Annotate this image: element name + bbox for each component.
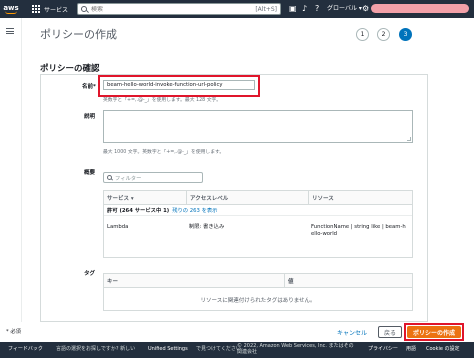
services-menu[interactable]: サービス <box>44 5 68 14</box>
description-hint: 最大 1000 文字。英数字と「+=,.@-_」を使用します。 <box>103 150 225 155</box>
bell-icon[interactable]: ♪ <box>302 4 307 14</box>
step-3-active: 3 <box>399 28 412 41</box>
step-1: 1 <box>356 28 369 41</box>
sidebar-collapsed <box>0 18 22 322</box>
show-remaining-link[interactable]: 残りの 263 を表示 <box>172 206 217 214</box>
summary-label: 概要 <box>84 170 96 176</box>
global-search[interactable]: [Alt+S] <box>77 3 281 15</box>
feedback-link[interactable]: フィードバック <box>8 346 43 353</box>
aws-logo[interactable]: aws <box>0 0 22 18</box>
gear-icon[interactable]: ⚙ <box>362 4 369 14</box>
column-key[interactable]: キー <box>104 274 284 288</box>
language-text: 言語の選択をお探しですか? 新しい <box>56 346 136 352</box>
tags-empty-message: リソースに関連付けられたタグはありません。 <box>200 298 316 304</box>
column-value[interactable]: 値 <box>284 274 412 288</box>
tags-header: キー 値 <box>104 274 412 288</box>
search-input[interactable] <box>91 5 241 13</box>
back-button[interactable]: 戻る <box>378 326 402 338</box>
name-highlight <box>98 75 260 97</box>
terms-link[interactable]: 用語 <box>406 346 416 353</box>
step-2: 2 <box>377 28 390 41</box>
name-hint: 英数字と「+=,.@-_」を使用します。最大 128 文字。 <box>103 98 222 103</box>
column-resource[interactable]: リソース <box>308 191 412 205</box>
access-level-value: 制限: 書き込み <box>189 224 225 230</box>
search-shortcut: [Alt+S] <box>255 5 277 13</box>
privacy-link[interactable]: プライバシー <box>368 346 398 353</box>
account-menu[interactable] <box>371 4 469 13</box>
tags-table: キー 値 リソースに関連付けられたタグはありません。 <box>103 273 413 311</box>
allow-group-text: 許可 (264 サービス中 1) <box>107 208 170 214</box>
resize-handle-icon[interactable] <box>407 137 411 141</box>
column-service[interactable]: サービス ▾ <box>104 191 186 205</box>
aws-smile-icon <box>5 11 17 14</box>
help-icon[interactable]: ? <box>315 4 319 14</box>
unified-settings-link[interactable]: Unified Settings <box>148 346 188 353</box>
grid-icon[interactable] <box>32 5 40 13</box>
cancel-button[interactable]: キャンセル <box>337 328 367 337</box>
name-label: 名前* <box>82 84 96 90</box>
cookie-settings-link[interactable]: Cookie の設定 <box>426 346 460 353</box>
required-note: * 必須 <box>6 329 21 335</box>
description-label: 説明 <box>84 114 96 120</box>
service-link-lambda[interactable]: Lambda <box>107 224 128 231</box>
tags-label: タグ <box>84 271 96 277</box>
section-title: ポリシーの確認 <box>40 64 100 74</box>
cloudshell-icon[interactable]: ▣ <box>289 4 297 14</box>
create-policy-button[interactable]: ポリシーの作成 <box>407 326 461 338</box>
filter-placeholder: フィルター <box>115 175 142 182</box>
column-access-level[interactable]: アクセスレベル <box>186 191 308 205</box>
table-header: サービス ▾ アクセスレベル リソース <box>104 191 412 205</box>
search-icon <box>81 6 87 12</box>
region-selector[interactable]: グローバル ▾ <box>327 4 362 14</box>
unified-suffix: で見つけてください <box>196 346 241 352</box>
copyright-text: © 2022, Amazon Web Services, Inc. またはその関… <box>237 343 354 355</box>
resource-value: FunctionName | string like | beam-hello-… <box>311 224 406 237</box>
page-title: ポリシーの作成 <box>40 28 117 41</box>
description-textarea[interactable] <box>103 110 413 143</box>
footer: フィードバック 言語の選択をお探しですか? 新しい Unified Settin… <box>0 342 474 358</box>
summary-table: サービス ▾ アクセスレベル リソース 許可 (264 サービス中 1) 残りの… <box>103 190 413 258</box>
allow-group-row: 許可 (264 サービス中 1) 残りの 263 を表示 <box>104 205 412 216</box>
menu-icon[interactable] <box>6 28 14 34</box>
filter-search-icon <box>107 175 112 180</box>
filter-field[interactable]: フィルター <box>103 172 203 183</box>
